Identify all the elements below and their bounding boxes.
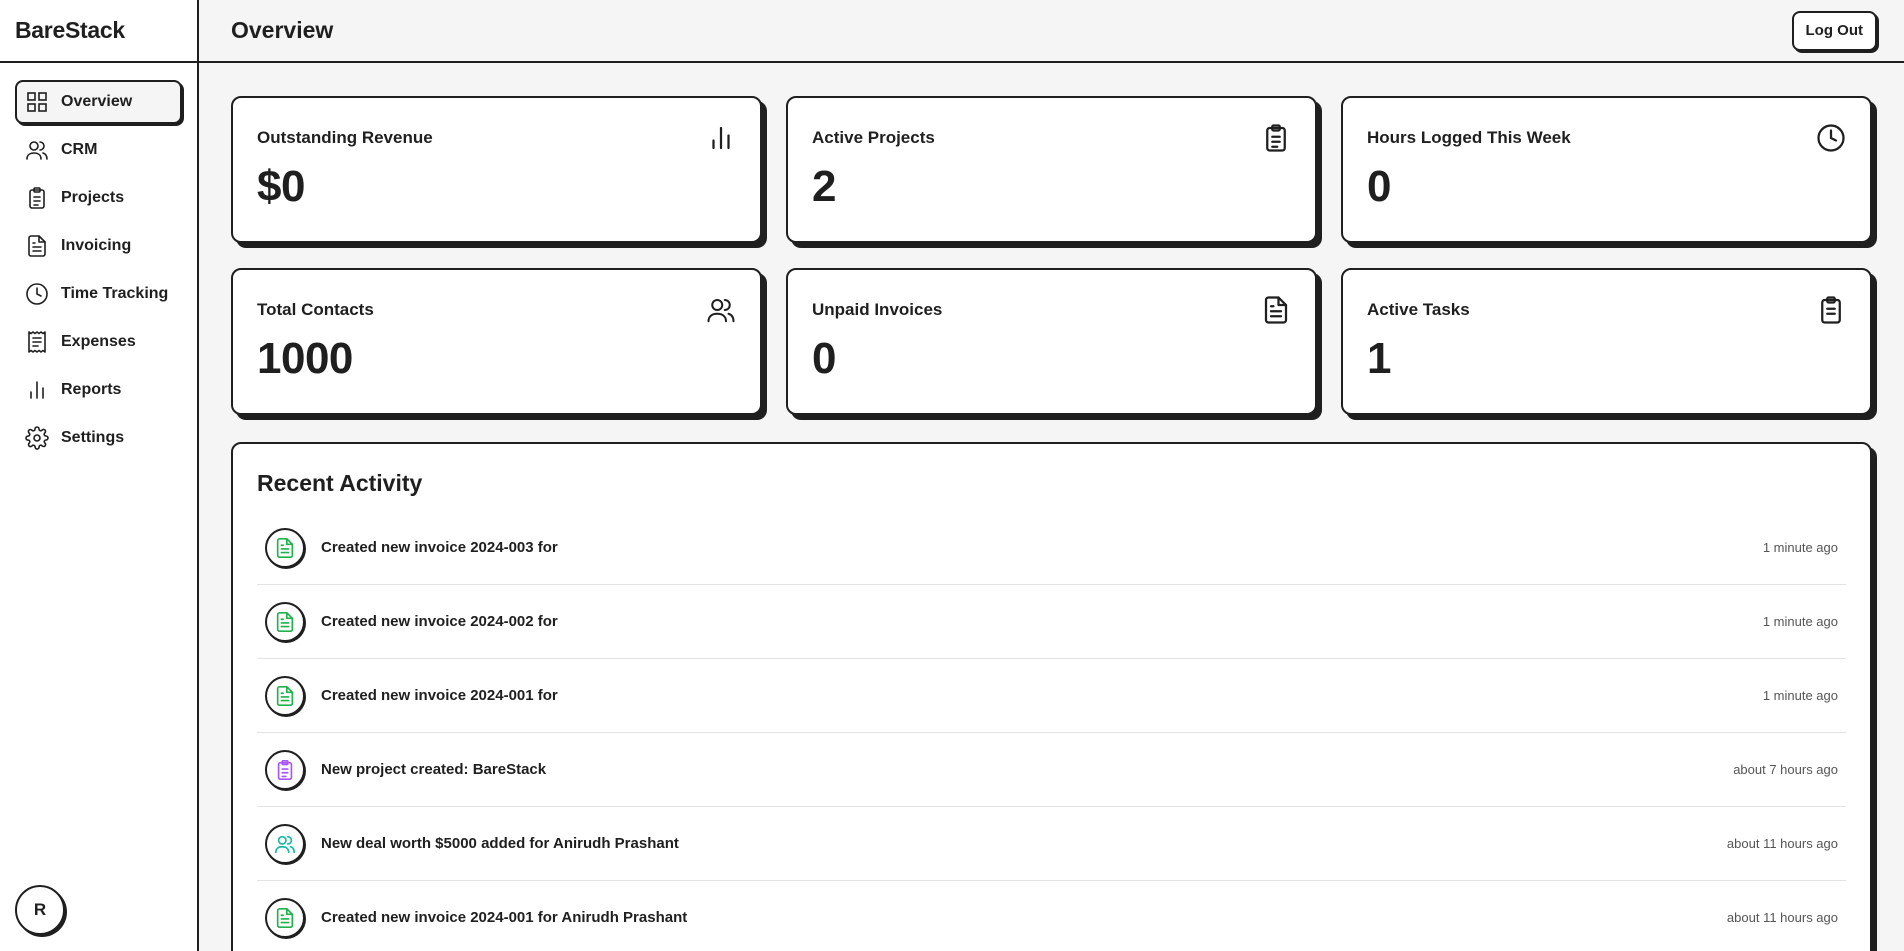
sidebar-item-label: CRM bbox=[61, 141, 98, 158]
logout-button[interactable]: Log Out bbox=[1791, 10, 1877, 51]
stat-value: 1 bbox=[1367, 334, 1391, 383]
recent-activity-title: Recent Activity bbox=[257, 470, 423, 496]
sidebar-item-label: Expenses bbox=[61, 333, 136, 350]
sidebar-item-label: Settings bbox=[61, 429, 125, 446]
activity-time: 1 minute ago bbox=[1762, 688, 1838, 703]
activity-icon bbox=[265, 823, 305, 864]
stat-label: Unpaid Invoices bbox=[812, 300, 943, 319]
clipboard-icon bbox=[277, 759, 293, 780]
page-title: Overview bbox=[231, 17, 334, 43]
activity-item[interactable]: Created new invoice 2024-001 for Anirudh… bbox=[257, 881, 1846, 951]
stat-label: Hours Logged This Week bbox=[1367, 128, 1571, 147]
sidebar-item-time-tracking[interactable]: Time Tracking bbox=[15, 272, 182, 316]
sidebar-item-crm[interactable]: CRM bbox=[15, 128, 182, 172]
clock-icon bbox=[26, 283, 48, 305]
activity-item[interactable]: Created new invoice 2024-003 for 1 minut… bbox=[257, 511, 1846, 585]
sidebar: BareStack Overview CRM Projects Invoicin… bbox=[0, 0, 199, 951]
activity-item[interactable]: New deal worth $5000 added for Anirudh P… bbox=[257, 807, 1846, 881]
activity-time: about 11 hours ago bbox=[1726, 836, 1838, 851]
user-avatar[interactable]: R bbox=[15, 885, 65, 935]
sidebar-item-overview[interactable]: Overview bbox=[15, 80, 182, 124]
stat-value: 0 bbox=[812, 334, 836, 383]
stat-value: 0 bbox=[1367, 162, 1391, 211]
stat-label: Total Contacts bbox=[257, 300, 374, 319]
activity-time: 1 minute ago bbox=[1762, 540, 1838, 555]
stat-value: 2 bbox=[812, 162, 836, 211]
stat-value: 1000 bbox=[257, 334, 353, 383]
stat-label: Active Projects bbox=[812, 128, 935, 147]
activity-icon bbox=[265, 897, 305, 938]
activity-time: 1 minute ago bbox=[1762, 614, 1838, 629]
sidebar-item-reports[interactable]: Reports bbox=[15, 368, 182, 412]
activity-text: New deal worth $5000 added for Anirudh P… bbox=[321, 835, 679, 852]
receipt-icon bbox=[28, 331, 46, 353]
activity-item[interactable]: Created new invoice 2024-001 for 1 minut… bbox=[257, 659, 1846, 733]
topbar: Overview Log Out bbox=[199, 0, 1904, 63]
sidebar-item-label: Projects bbox=[61, 189, 125, 206]
grid-icon bbox=[27, 92, 47, 112]
activity-icon bbox=[265, 749, 305, 790]
file-text-icon bbox=[28, 235, 46, 257]
recent-activity-panel: Recent Activity Created new invoice 2024… bbox=[231, 442, 1872, 951]
file-text-icon bbox=[1264, 296, 1288, 324]
activity-item[interactable]: New project created: BareStack about 7 h… bbox=[257, 733, 1846, 807]
activity-text: Created new invoice 2024-001 for bbox=[321, 687, 558, 704]
bar-chart-icon bbox=[712, 126, 730, 150]
stat-label: Active Tasks bbox=[1367, 300, 1470, 319]
activity-icon bbox=[265, 675, 305, 716]
activity-time: about 11 hours ago bbox=[1726, 910, 1838, 925]
sidebar-item-label: Reports bbox=[61, 381, 122, 398]
clipboard-icon bbox=[1821, 296, 1841, 324]
stat-card-active-tasks: Active Tasks 1 bbox=[1341, 268, 1872, 415]
bar-chart-icon bbox=[30, 381, 44, 399]
file-text-icon bbox=[276, 611, 294, 632]
gear-icon bbox=[25, 426, 49, 450]
sidebar-item-invoicing[interactable]: Invoicing bbox=[15, 224, 182, 268]
stat-card-outstanding-revenue: Outstanding Revenue $0 bbox=[231, 96, 762, 243]
stats-grid: Outstanding Revenue $0 Active Projects 2… bbox=[231, 96, 1872, 415]
activity-time: about 7 hours ago bbox=[1733, 762, 1838, 777]
activity-item[interactable]: Created new invoice 2024-002 for 1 minut… bbox=[257, 585, 1846, 659]
sidebar-item-label: Invoicing bbox=[61, 237, 132, 254]
users-icon bbox=[707, 299, 735, 323]
sidebar-nav: Overview CRM Projects Invoicing Time Tra… bbox=[0, 63, 197, 460]
activity-text: Created new invoice 2024-003 for bbox=[321, 539, 558, 556]
clipboard-icon bbox=[1266, 124, 1286, 152]
file-text-icon bbox=[276, 537, 294, 558]
stat-value: $0 bbox=[257, 162, 305, 211]
sidebar-item-expenses[interactable]: Expenses bbox=[15, 320, 182, 364]
users-icon bbox=[26, 141, 48, 160]
file-text-icon bbox=[276, 685, 294, 706]
users-icon bbox=[275, 835, 295, 853]
activity-text: Created new invoice 2024-002 for bbox=[321, 613, 558, 630]
clipboard-icon bbox=[29, 187, 45, 209]
stat-card-hours-logged: Hours Logged This Week 0 bbox=[1341, 96, 1872, 243]
file-text-icon bbox=[276, 907, 294, 928]
activity-icon bbox=[265, 527, 305, 568]
sidebar-item-label: Overview bbox=[61, 93, 133, 110]
main-content: Outstanding Revenue $0 Active Projects 2… bbox=[231, 96, 1872, 951]
sidebar-item-label: Time Tracking bbox=[61, 285, 169, 302]
activity-icon bbox=[265, 601, 305, 642]
stat-card-total-contacts: Total Contacts 1000 bbox=[231, 268, 762, 415]
brand-logo[interactable]: BareStack bbox=[0, 0, 197, 63]
stat-card-unpaid-invoices: Unpaid Invoices 0 bbox=[786, 268, 1317, 415]
sidebar-item-settings[interactable]: Settings bbox=[15, 416, 182, 460]
stat-label: Outstanding Revenue bbox=[257, 128, 433, 147]
stat-card-active-projects: Active Projects 2 bbox=[786, 96, 1317, 243]
activity-text: Created new invoice 2024-001 for Anirudh… bbox=[321, 909, 688, 926]
activity-text: New project created: BareStack bbox=[321, 761, 547, 778]
clock-icon bbox=[1817, 124, 1845, 152]
sidebar-item-projects[interactable]: Projects bbox=[15, 176, 182, 220]
